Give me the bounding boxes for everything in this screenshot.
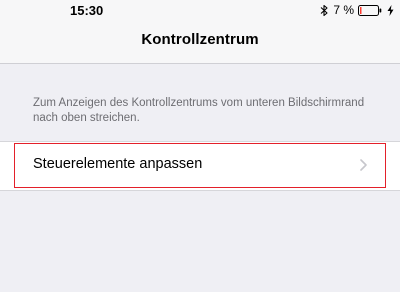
- battery-icon: [358, 4, 382, 16]
- row-label: Steuerelemente anpassen: [33, 156, 203, 172]
- status-indicators: 7 %: [320, 2, 394, 18]
- customize-controls-row[interactable]: Steuerelemente anpassen: [0, 141, 400, 191]
- charging-icon: [387, 4, 394, 16]
- status-time: 15:30: [70, 3, 104, 18]
- hint-text: Zum Anzeigen des Kontrollzentrums vom un…: [33, 97, 365, 124]
- battery-fill: [360, 6, 362, 14]
- bluetooth-icon: [320, 4, 328, 16]
- status-and-nav-bar: 15:30 7 % Kontrollzentrum: [0, 0, 400, 64]
- page-title: Kontrollzentrum: [141, 31, 259, 48]
- battery-percentage: 7 %: [333, 3, 354, 17]
- chevron-right-icon: [360, 159, 367, 171]
